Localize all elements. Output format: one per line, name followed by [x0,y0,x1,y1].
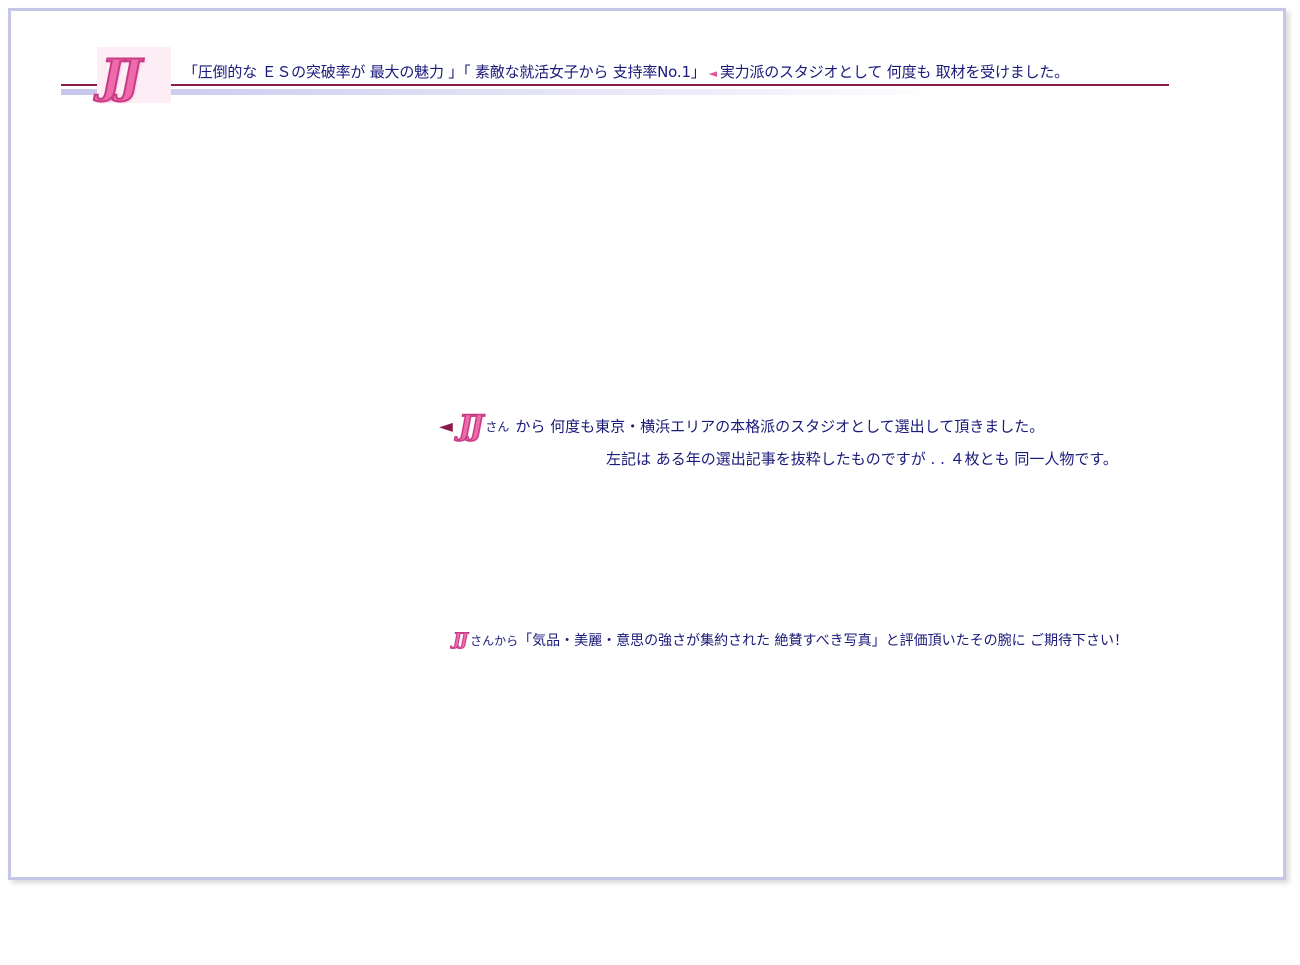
san-label: さん [485,419,510,434]
headline-text: 「圧倒的な ＥＳの突破率が 最大の魅力 」「 素敵な就活女子から 支持率No.1… [183,63,706,81]
header-banner: JJ 「圧倒的な ＥＳの突破率が 最大の魅力 」「 素敵な就活女子から 支持率N… [61,47,1171,107]
triangle-left-icon: ◄ [439,415,453,437]
triangle-left-icon: ◄ [708,67,717,80]
banner-rule [171,84,1169,86]
feature-text: から 何度も東京・横浜エリアの本格派のスタジオとして選出して頂きました。 [515,417,1045,436]
review-quote: 「気品・美麗・意思の強さが集約された 絶賛すべき写真」と評価頂いたその腕に ご期… [518,633,1129,649]
header-headline: 「圧倒的な ＥＳの突破率が 最大の魅力 」「 素敵な就活女子から 支持率No.1… [183,61,1069,82]
jj-logo: JJ [452,630,468,650]
review-prefix: さんから [470,633,519,648]
headline-tail: 実力派のスタジオとして 何度も 取材を受けました。 [719,63,1069,81]
feature-line-1: ◄ JJ さん から 何度も東京・横浜エリアの本格派のスタジオとして選出して頂きました… [439,409,1045,442]
banner-rule-left [61,84,99,86]
review-line: JJ さんから「気品・美麗・意思の強さが集約された 絶賛すべき写真」と評価頂いたそ… [452,630,1129,650]
banner-shade [61,89,941,95]
jj-logo: JJ [458,409,484,442]
page-frame: JJ 「圧倒的な ＥＳの突破率が 最大の魅力 」「 素敵な就活女子から 支持率N… [8,8,1286,880]
feature-line-2: 左記は ある年の選出記事を抜粋したものですが . . ４枚とも 同一人物です。 [606,450,1118,468]
jj-logo: JJ [100,49,142,103]
